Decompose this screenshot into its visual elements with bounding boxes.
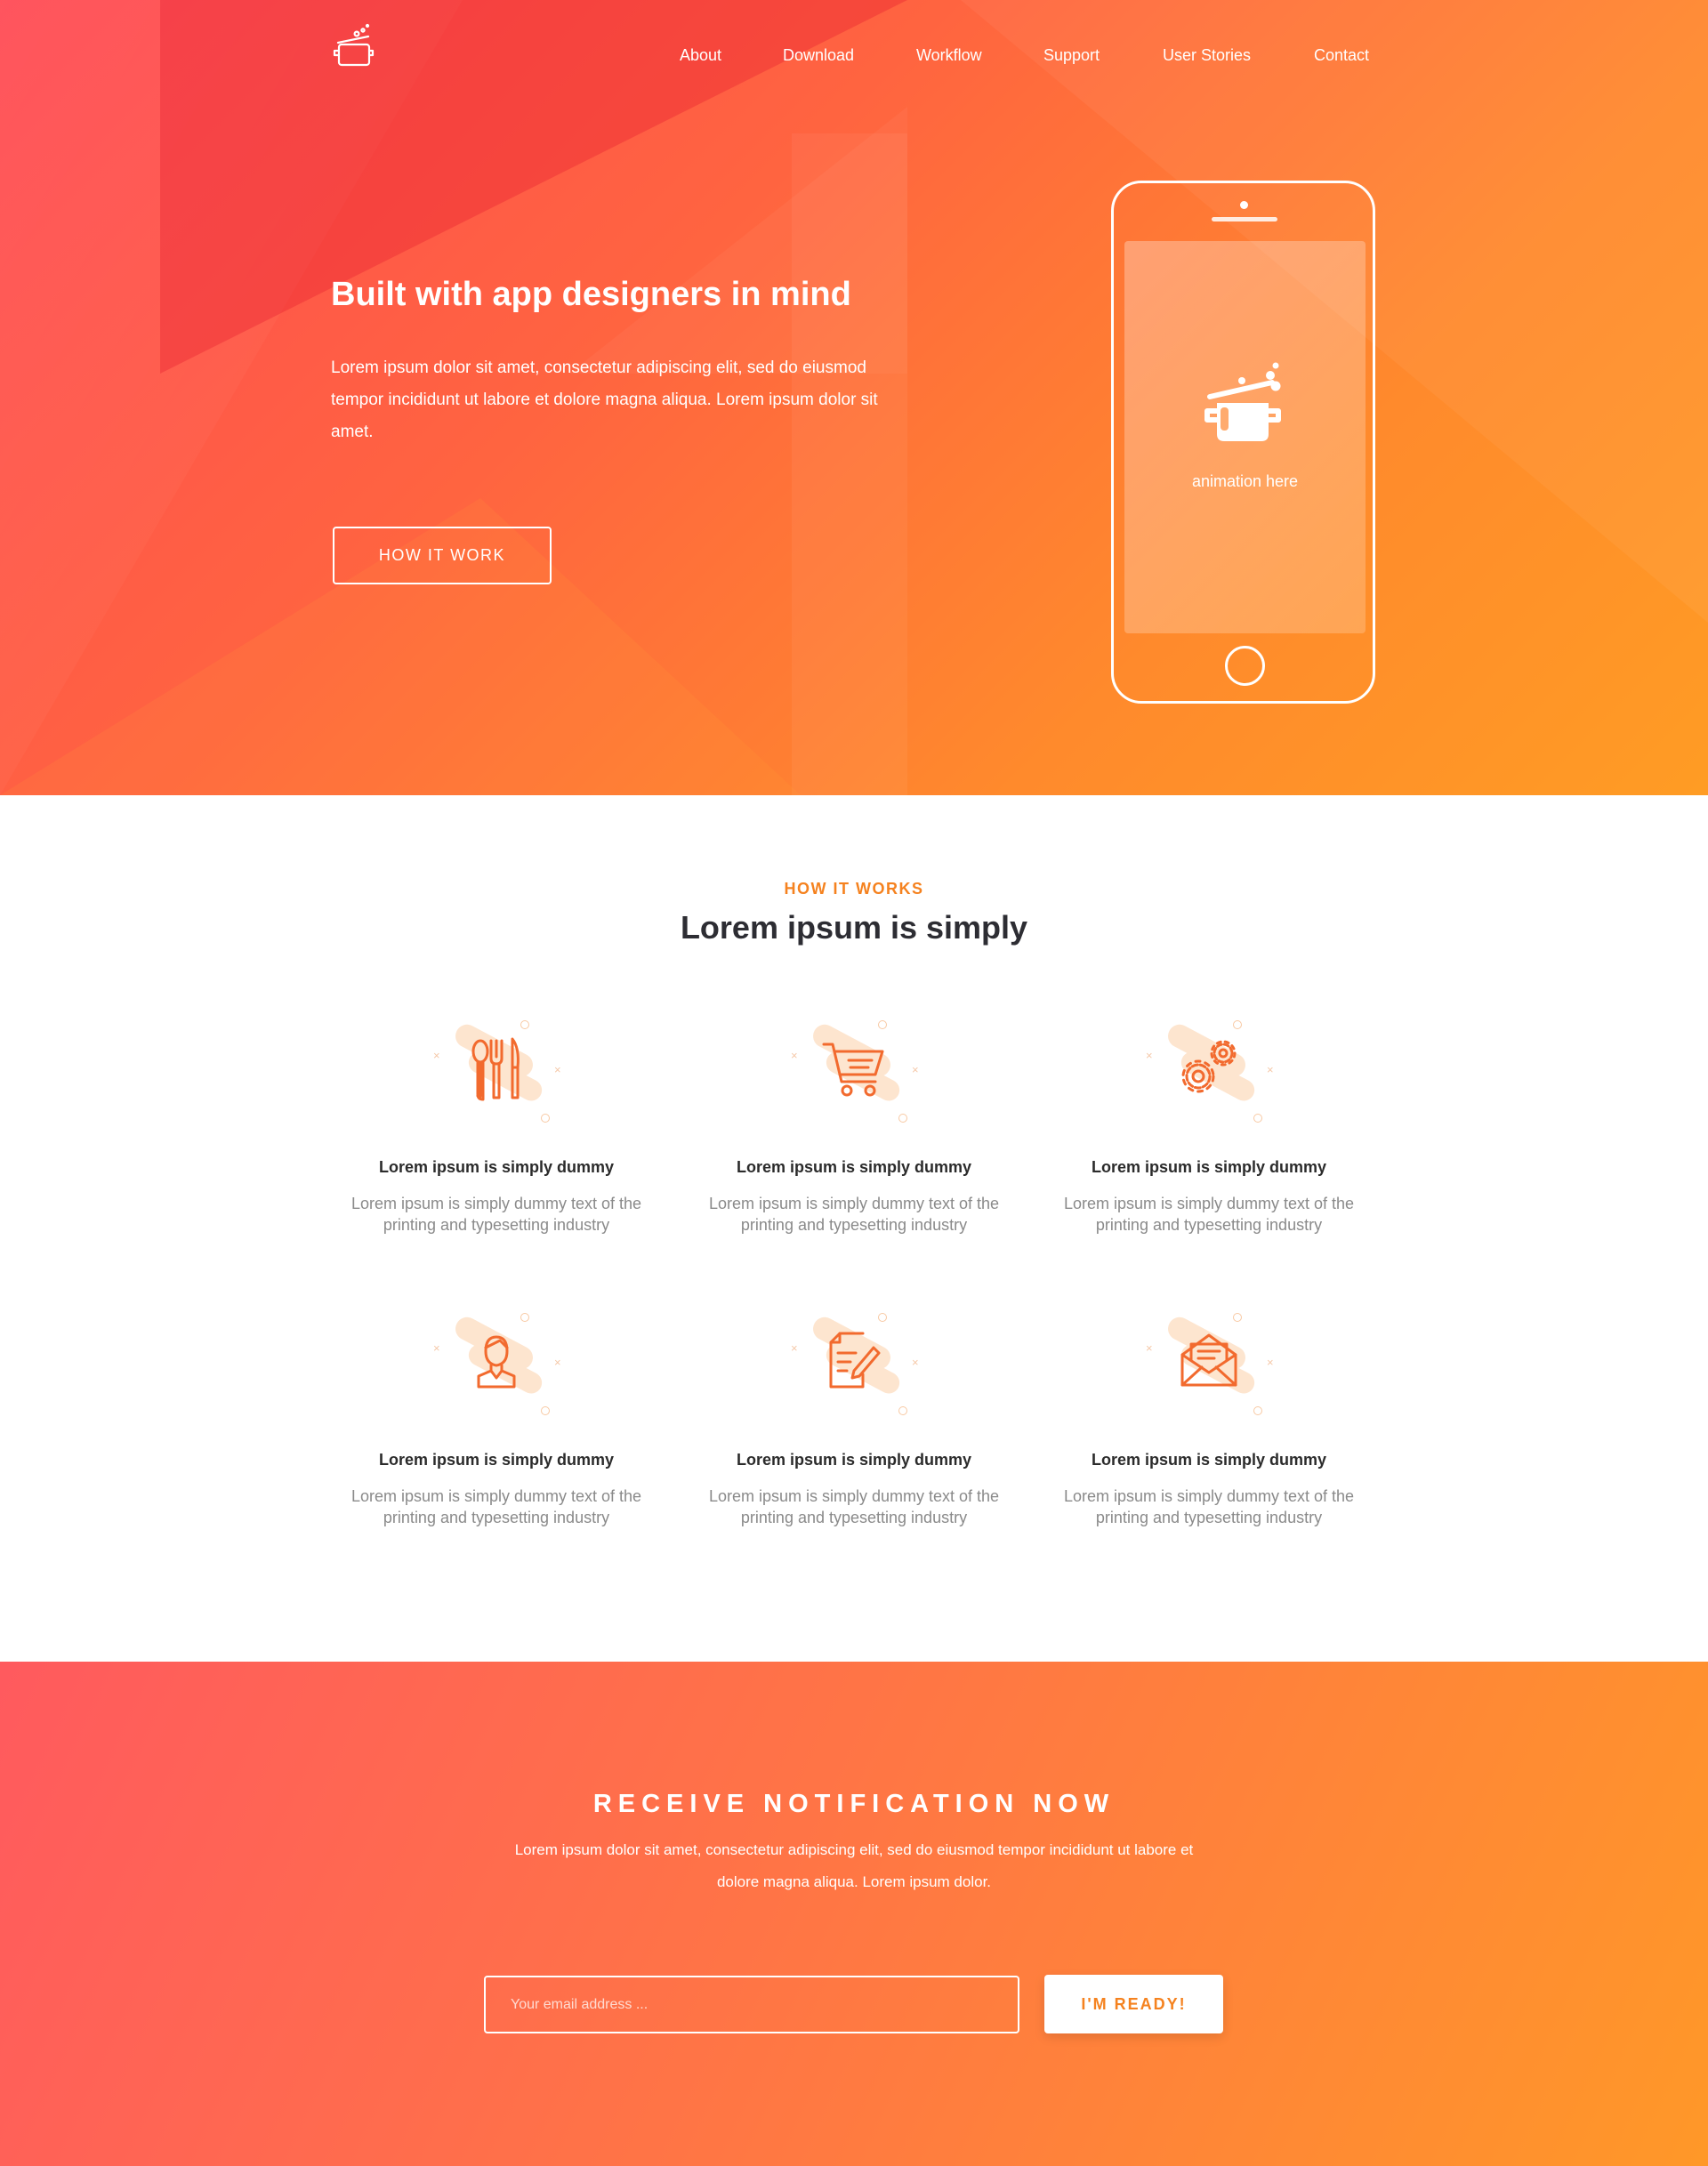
notification-section: RECEIVE NOTIFICATION NOW Lorem ipsum dol… [0, 1662, 1708, 2166]
decor-cross: × [1146, 1341, 1153, 1355]
decor-dot [878, 1313, 887, 1322]
decor-cross: × [912, 1063, 919, 1076]
open-envelope-icon [1180, 1333, 1237, 1387]
hero-title: Built with app designers in mind [331, 276, 851, 313]
decor-dot [898, 1406, 907, 1415]
document-edit-icon [829, 1332, 881, 1389]
nav-download[interactable]: Download [783, 46, 854, 65]
phone-screen: animation here [1124, 241, 1366, 633]
cooking-pot-icon [1201, 361, 1290, 446]
feature-card: × × Lorem ipsum is simply dummy Lorem ip… [336, 1014, 657, 1236]
decor-dot [1253, 1114, 1262, 1123]
feature-card: × × Lorem ipsum is simply dummy Lorem ip… [694, 1307, 1014, 1528]
main-nav: About Download Workflow Support User Sto… [0, 46, 1708, 68]
feature-icon-wrap: × × [430, 1307, 563, 1415]
decor-cross: × [554, 1063, 561, 1076]
section-eyebrow: HOW IT WORKS [784, 880, 924, 898]
notification-description: Lorem ipsum dolor sit amet, consectetur … [514, 1841, 1194, 1890]
decor-dot [1253, 1406, 1262, 1415]
cutlery-icon [471, 1037, 520, 1101]
phone-screen-text: animation here [1191, 472, 1299, 490]
decor-cross: × [1267, 1356, 1274, 1369]
feature-icon-wrap: × × [430, 1014, 563, 1123]
hero-section: About Download Workflow Support User Sto… [0, 0, 1708, 795]
feature-text: Lorem ipsum is simply dummy text of the … [1063, 1195, 1355, 1234]
nav-about[interactable]: About [680, 46, 721, 65]
feature-card: × × Lorem ipsum is simply dummy Lorem ip… [1049, 1014, 1369, 1236]
hero-background-shape [792, 133, 907, 795]
decor-cross: × [791, 1049, 798, 1062]
feature-card: × × Lorem ipsum is simply dummy Lorem ip… [1049, 1307, 1369, 1528]
feature-icon-wrap: × × [1142, 1307, 1276, 1415]
decor-dot [541, 1406, 550, 1415]
decor-cross: × [554, 1356, 561, 1369]
feature-title: Lorem ipsum is simply dummy [736, 1451, 972, 1469]
decor-dot [541, 1114, 550, 1123]
decor-dot [520, 1020, 529, 1029]
notification-title: RECEIVE NOTIFICATION NOW [592, 1790, 1116, 1818]
how-it-work-button[interactable]: HOW IT WORK [333, 527, 552, 584]
decor-cross: × [433, 1049, 440, 1062]
nav-support[interactable]: Support [1043, 46, 1100, 65]
phone-camera [1240, 201, 1248, 209]
feature-card: × × Lorem ipsum is simply dummy Lorem ip… [336, 1307, 657, 1528]
decor-cross: × [433, 1341, 440, 1355]
decor-dot [520, 1313, 529, 1322]
feature-icon-wrap: × × [787, 1014, 921, 1123]
feature-text: Lorem ipsum is simply dummy text of the … [708, 1487, 1000, 1526]
phone-home-button [1225, 646, 1265, 686]
feature-text: Lorem ipsum is simply dummy text of the … [1063, 1487, 1355, 1526]
section-title: Lorem ipsum is simply [680, 909, 1028, 946]
phone-mockup: animation here [1111, 181, 1375, 704]
email-input[interactable] [484, 1976, 1019, 2033]
hero-description: Lorem ipsum dolor sit amet, consectetur … [331, 358, 878, 441]
feature-text: Lorem ipsum is simply dummy text of the … [350, 1487, 642, 1526]
feature-icon-wrap: × × [1142, 1014, 1276, 1123]
nav-user-stories[interactable]: User Stories [1163, 46, 1251, 65]
gears-icon [1181, 1040, 1237, 1093]
shopping-cart-icon [822, 1043, 884, 1097]
feature-text: Lorem ipsum is simply dummy text of the … [350, 1195, 642, 1234]
feature-title: Lorem ipsum is simply dummy [1091, 1158, 1327, 1176]
decor-dot [1233, 1020, 1242, 1029]
nav-workflow[interactable]: Workflow [916, 46, 982, 65]
decor-cross: × [1267, 1063, 1274, 1076]
user-icon [477, 1335, 516, 1389]
feature-title: Lorem ipsum is simply dummy [736, 1158, 972, 1176]
decor-cross: × [791, 1341, 798, 1355]
feature-title: Lorem ipsum is simply dummy [1091, 1451, 1327, 1469]
decor-dot [878, 1020, 887, 1029]
feature-title: Lorem ipsum is simply dummy [378, 1451, 615, 1469]
phone-speaker [1212, 217, 1277, 221]
nav-contact[interactable]: Contact [1314, 46, 1369, 65]
decor-cross: × [1146, 1049, 1153, 1062]
feature-text: Lorem ipsum is simply dummy text of the … [708, 1195, 1000, 1234]
decor-dot [898, 1114, 907, 1123]
decor-cross: × [912, 1356, 919, 1369]
im-ready-button[interactable]: I'M READY! [1044, 1975, 1223, 2033]
decor-dot [1233, 1313, 1242, 1322]
feature-icon-wrap: × × [787, 1307, 921, 1415]
feature-title: Lorem ipsum is simply dummy [378, 1158, 615, 1176]
feature-card: × × Lorem ipsum is simply dummy Lorem ip… [694, 1014, 1014, 1236]
